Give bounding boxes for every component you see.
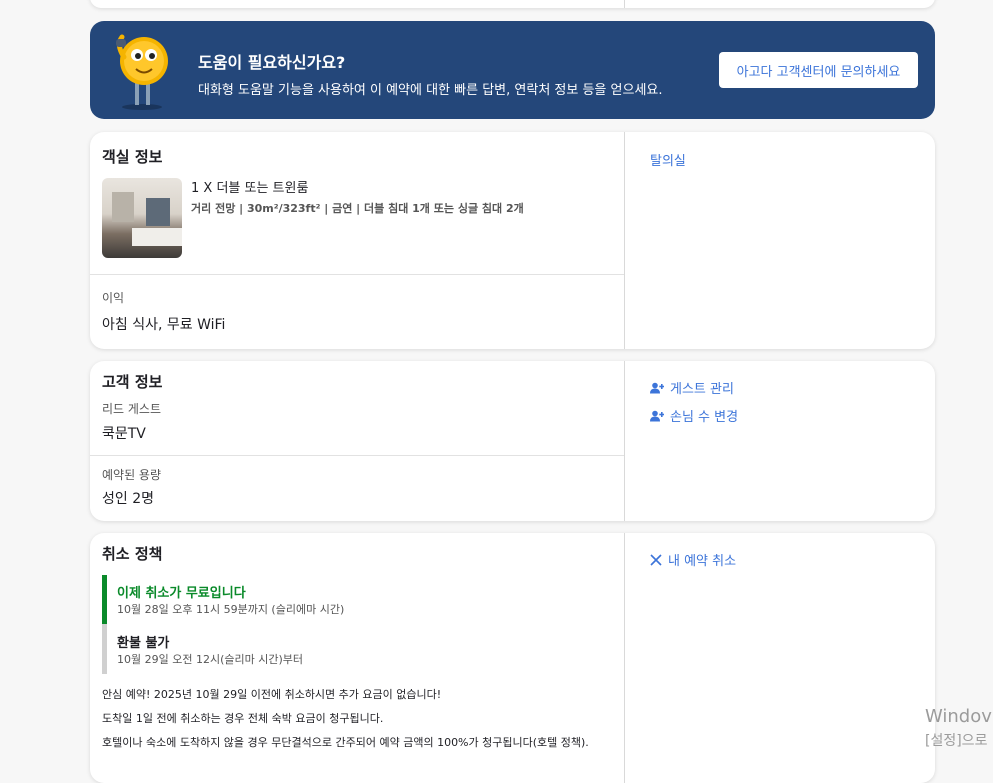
free-cancel-title: 이제 취소가 무료입니다 (117, 586, 246, 601)
card-divider (624, 132, 625, 349)
cancel-booking-label: 내 예약 취소 (668, 554, 737, 569)
card-divider (624, 0, 625, 8)
cancel-section-title: 취소 정책 (102, 545, 163, 563)
benefits-label: 이익 (102, 291, 125, 305)
close-icon (650, 553, 662, 566)
guest-section-title: 고객 정보 (102, 373, 163, 391)
user-plus-icon (650, 410, 664, 421)
no-refund-from: 10월 29일 오전 12시(슬리마 시간)부터 (117, 653, 303, 666)
no-refund-title: 환불 불가 (117, 636, 170, 651)
room-divider (90, 274, 624, 275)
room-name: 1 X 더블 또는 트윈룸 (191, 181, 309, 196)
room-details: 거리 전망 | 30m²/323ft² | 금연 | 더블 침대 1개 또는 싱… (191, 202, 524, 215)
cancellation-policy-card: 취소 정책 이제 취소가 무료입니다 10월 28일 오후 11시 59분까지 … (90, 533, 935, 783)
cancel-note-1: 안심 예약! 2025년 10월 29일 이전에 취소하시면 추가 요금이 없습… (102, 688, 442, 701)
previous-card (90, 0, 935, 8)
free-cancel-until: 10월 28일 오후 11시 59분까지 (슬리에마 시간) (117, 603, 345, 616)
room-section-title: 객실 정보 (102, 148, 163, 166)
change-guest-count-label: 손님 수 변경 (670, 410, 739, 425)
windows-watermark-line1: Windov (925, 706, 992, 727)
no-refund-bar (102, 624, 107, 674)
cancel-note-3: 호텔이나 숙소에 도착하지 않을 경우 무단결석으로 간주되어 예약 금액의 1… (102, 736, 589, 749)
cancel-booking-link[interactable]: 내 예약 취소 (650, 550, 736, 569)
room-info-card: 객실 정보 1 X 더블 또는 트윈룸 거리 전망 | 30m²/323ft² … (90, 132, 935, 349)
lead-guest-label: 리드 게스트 (102, 402, 162, 416)
mascot-icon (116, 34, 168, 110)
room-photo[interactable] (102, 178, 182, 258)
benefits-value: 아침 식사, 무료 WiFi (102, 317, 226, 333)
free-cancel-bar (102, 575, 107, 624)
card-divider (624, 361, 625, 521)
help-title: 도움이 필요하신가요? (198, 53, 346, 72)
contact-support-button[interactable]: 아고다 고객센터에 문의하세요 (719, 52, 918, 88)
help-banner: 도움이 필요하신가요? 대화형 도움말 기능을 사용하여 이 예약에 대한 빠른… (90, 21, 935, 119)
change-guest-count-link[interactable]: 손님 수 변경 (650, 406, 738, 425)
user-plus-icon (650, 382, 664, 393)
dressing-room-link[interactable]: 탈의실 (650, 150, 686, 169)
manage-guests-label: 게스트 관리 (670, 382, 734, 397)
lead-guest-value: 쿡문TV (102, 426, 146, 442)
manage-guests-link[interactable]: 게스트 관리 (650, 378, 734, 397)
capacity-label: 예약된 용량 (102, 468, 162, 482)
card-divider (624, 533, 625, 783)
guest-info-card: 고객 정보 리드 게스트 쿡문TV 예약된 용량 성인 2명 게스트 관리 손님… (90, 361, 935, 521)
capacity-value: 성인 2명 (102, 491, 154, 507)
help-subtitle: 대화형 도움말 기능을 사용하여 이 예약에 대한 빠른 답변, 연락처 정보 … (198, 83, 663, 98)
windows-watermark-line2: [설정]으로 (925, 733, 988, 749)
cancel-note-2: 도착일 1일 전에 취소하는 경우 전체 숙박 요금이 청구됩니다. (102, 712, 384, 725)
guest-divider (90, 455, 624, 456)
